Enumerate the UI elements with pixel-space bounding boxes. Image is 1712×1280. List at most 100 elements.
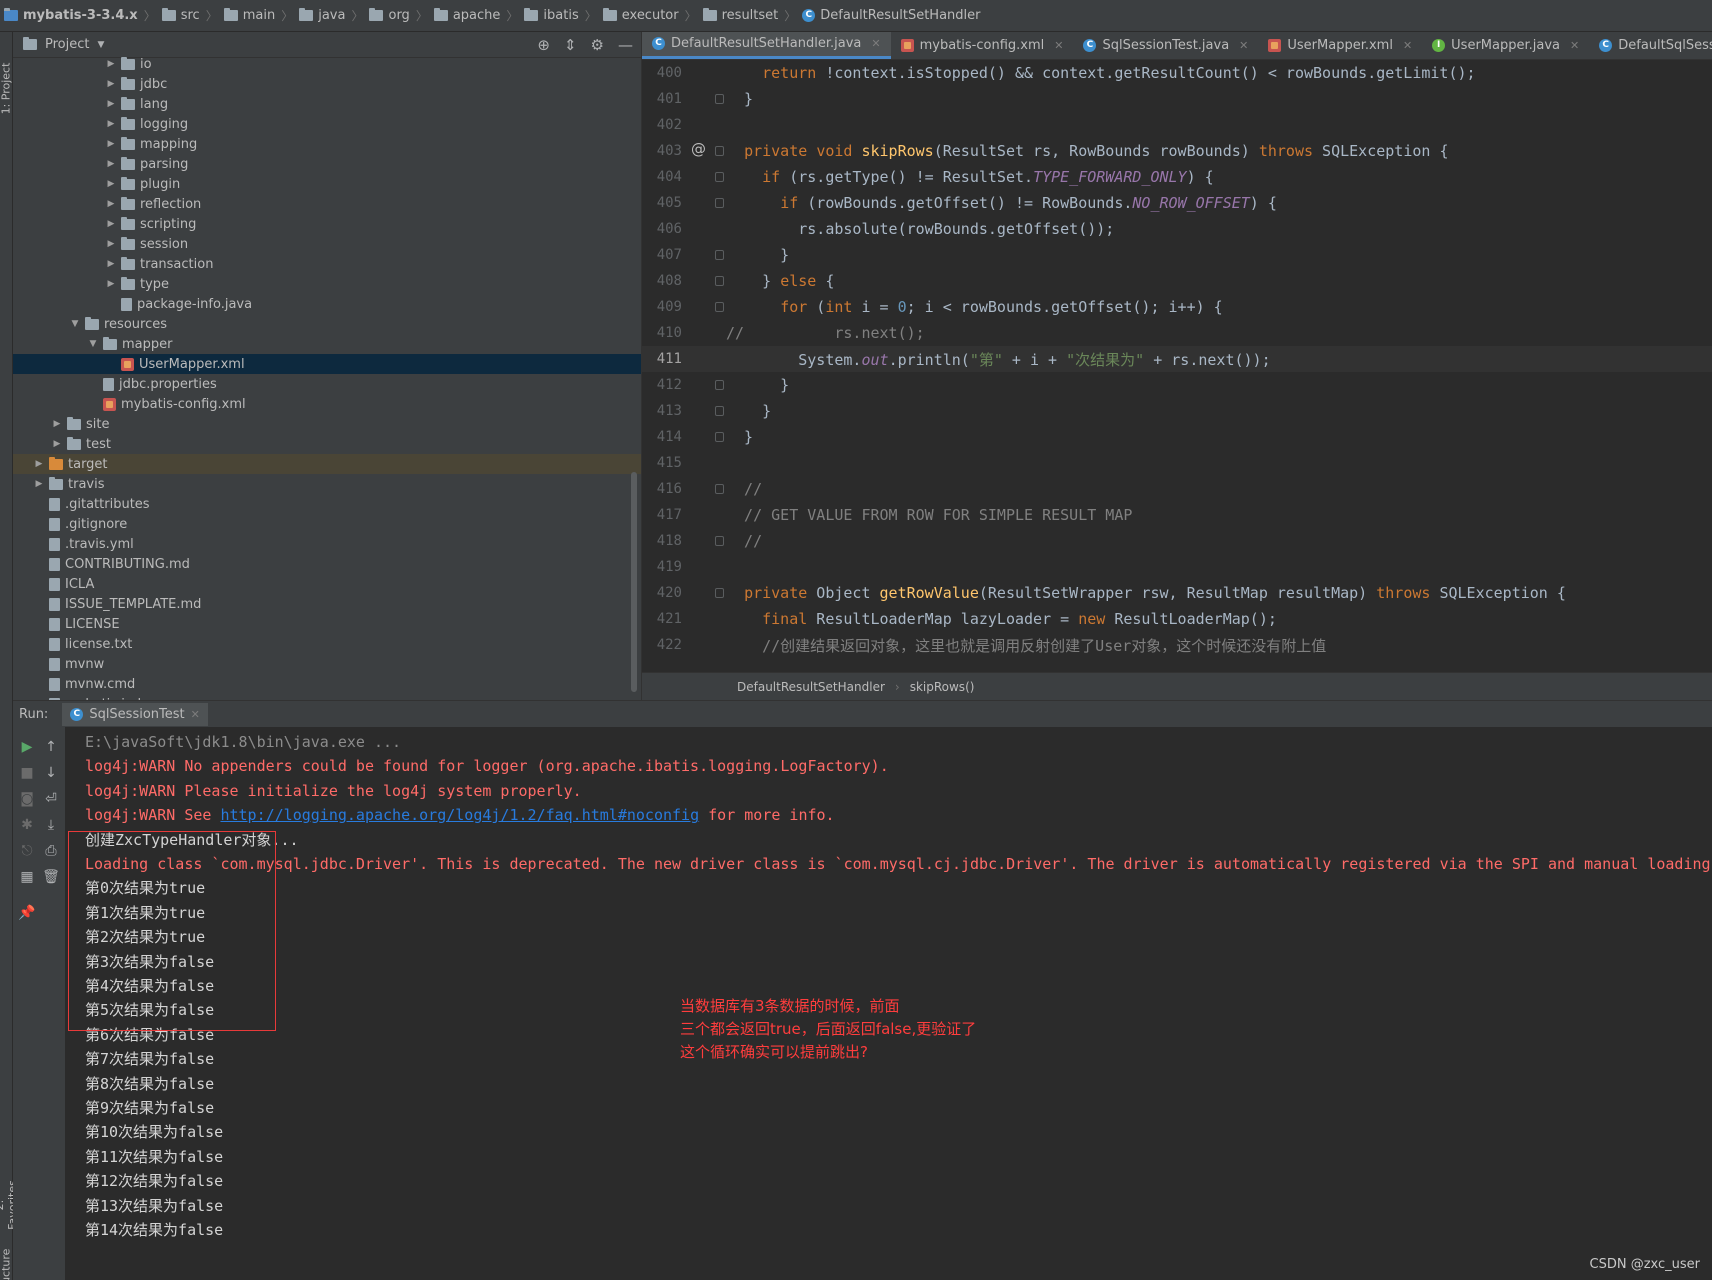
code-line[interactable]: 407 } <box>642 242 1712 268</box>
fold-marker-icon[interactable] <box>715 146 724 156</box>
gutter[interactable] <box>686 580 726 606</box>
line-number[interactable]: 413 <box>642 403 686 419</box>
fold-marker-icon[interactable] <box>715 302 724 312</box>
tree-item[interactable]: ▶ jdbc <box>13 74 641 94</box>
tree-item[interactable]: mvnw <box>13 654 641 674</box>
code-line[interactable]: 411 System.out.println("第" + i + "次结果为" … <box>642 346 1712 372</box>
tree-item[interactable]: ▶ mapping <box>13 134 641 154</box>
fold-marker-icon[interactable] <box>715 276 724 286</box>
code-line[interactable]: 405 if (rowBounds.getOffset() != RowBoun… <box>642 190 1712 216</box>
stop-icon[interactable]: ■ <box>17 763 37 783</box>
line-number[interactable]: 406 <box>642 221 686 237</box>
collapsed-arrow-icon[interactable]: ▶ <box>105 239 117 249</box>
line-number[interactable]: 414 <box>642 429 686 445</box>
breadcrumb-item[interactable]: src <box>161 8 200 23</box>
breadcrumb-item[interactable]: apache <box>433 8 500 23</box>
gutter[interactable] <box>686 632 726 658</box>
gutter[interactable] <box>686 112 726 138</box>
project-tree-scrollbar[interactable] <box>631 472 637 692</box>
rerun-icon[interactable]: ▶ <box>17 737 37 757</box>
line-number[interactable]: 407 <box>642 247 686 263</box>
collapsed-arrow-icon[interactable]: ▶ <box>105 119 117 129</box>
collapsed-arrow-icon[interactable]: ▶ <box>33 459 45 469</box>
breadcrumb-item[interactable]: C DefaultResultSetHandler <box>802 8 980 23</box>
line-number[interactable]: 416 <box>642 481 686 497</box>
code-area[interactable]: 400 return !context.isStopped() && conte… <box>642 60 1712 672</box>
gutter[interactable] <box>686 320 726 346</box>
gutter[interactable] <box>686 424 726 450</box>
line-number[interactable]: 405 <box>642 195 686 211</box>
line-number[interactable]: 408 <box>642 273 686 289</box>
line-number[interactable]: 415 <box>642 455 686 471</box>
close-icon[interactable]: ✕ <box>1054 39 1063 52</box>
tree-item[interactable]: ▶ travis <box>13 474 641 494</box>
print-icon[interactable]: ⎙ <box>41 841 61 861</box>
tree-item[interactable]: ▶ parsing <box>13 154 641 174</box>
breadcrumb-item[interactable]: java <box>299 8 345 23</box>
fold-marker-icon[interactable] <box>715 198 724 208</box>
breadcrumb-item[interactable]: mybatis-3-3.4.x <box>4 8 138 23</box>
tree-item[interactable]: mvnw.cmd <box>13 674 641 694</box>
code-line[interactable]: 419 <box>642 554 1712 580</box>
gutter[interactable] <box>686 216 726 242</box>
breadcrumb-item[interactable]: main <box>223 8 275 23</box>
code-line[interactable]: 416 // <box>642 476 1712 502</box>
hide-icon[interactable]: — <box>618 36 633 54</box>
close-icon[interactable]: ✕ <box>191 708 200 721</box>
editor-tab[interactable]: C DefaultResultSetHandler.java ✕ <box>642 32 891 59</box>
tree-item[interactable]: ISSUE_TEMPLATE.md <box>13 594 641 614</box>
tree-item[interactable]: LICENSE <box>13 614 641 634</box>
fold-marker-icon[interactable] <box>715 588 724 598</box>
line-number[interactable]: 411 <box>642 351 686 367</box>
code-line[interactable]: 415 <box>642 450 1712 476</box>
fold-marker-icon[interactable] <box>715 406 724 416</box>
line-number[interactable]: 409 <box>642 299 686 315</box>
breadcrumb-item[interactable]: resultset <box>702 8 778 23</box>
fold-marker-icon[interactable] <box>715 536 724 546</box>
fold-marker-icon[interactable] <box>715 380 724 390</box>
tree-item[interactable]: ▶ plugin <box>13 174 641 194</box>
line-number[interactable]: 420 <box>642 585 686 601</box>
gutter[interactable] <box>686 476 726 502</box>
collapsed-arrow-icon[interactable]: ▶ <box>105 199 117 209</box>
debug-icon[interactable]: ✱ <box>17 815 37 835</box>
fold-marker-icon[interactable] <box>715 172 724 182</box>
gutter[interactable] <box>686 372 726 398</box>
gutter[interactable] <box>686 606 726 632</box>
gutter[interactable] <box>686 294 726 320</box>
line-number[interactable]: 412 <box>642 377 686 393</box>
gutter[interactable] <box>686 554 726 580</box>
code-line[interactable]: 414 } <box>642 424 1712 450</box>
console-link[interactable]: http://logging.apache.org/log4j/1.2/faq.… <box>220 806 699 824</box>
fold-marker-icon[interactable] <box>715 94 724 104</box>
gutter[interactable] <box>686 502 726 528</box>
gutter[interactable]: @ <box>686 138 726 164</box>
run-tab-sqlsessiontest[interactable]: C SqlSessionTest ✕ <box>62 702 208 726</box>
expanded-arrow-icon[interactable]: ▼ <box>87 339 99 349</box>
collapsed-arrow-icon[interactable]: ▶ <box>105 159 117 169</box>
collapsed-arrow-icon[interactable]: ▶ <box>105 79 117 89</box>
code-line[interactable]: 401 } <box>642 86 1712 112</box>
line-number[interactable]: 400 <box>642 65 686 81</box>
tree-item[interactable]: ▶ reflection <box>13 194 641 214</box>
gutter[interactable] <box>686 60 726 86</box>
tree-item[interactable]: ▼ resources <box>13 314 641 334</box>
gutter[interactable] <box>686 268 726 294</box>
code-line[interactable]: 418 // <box>642 528 1712 554</box>
close-icon[interactable]: ✕ <box>1239 39 1248 52</box>
pin-icon[interactable]: 📌 <box>17 903 37 923</box>
gear-icon[interactable]: ⚙ <box>591 36 604 54</box>
collapsed-arrow-icon[interactable]: ▶ <box>105 99 117 109</box>
close-icon[interactable]: ✕ <box>871 37 880 50</box>
code-line[interactable]: 400 return !context.isStopped() && conte… <box>642 60 1712 86</box>
up-arrow-icon[interactable]: ↑ <box>41 737 61 757</box>
gutter[interactable] <box>686 398 726 424</box>
soft-wrap-icon[interactable]: ⏎ <box>41 789 61 809</box>
expanded-arrow-icon[interactable]: ▼ <box>69 319 81 329</box>
project-view-selector[interactable]: Project <box>45 37 89 52</box>
code-line[interactable]: 417 // GET VALUE FROM ROW FOR SIMPLE RES… <box>642 502 1712 528</box>
close-icon[interactable]: ✕ <box>1570 39 1579 52</box>
chevron-down-icon[interactable]: ▼ <box>97 40 104 50</box>
exit-icon[interactable]: ⎋ <box>17 841 37 861</box>
line-number[interactable]: 418 <box>642 533 686 549</box>
